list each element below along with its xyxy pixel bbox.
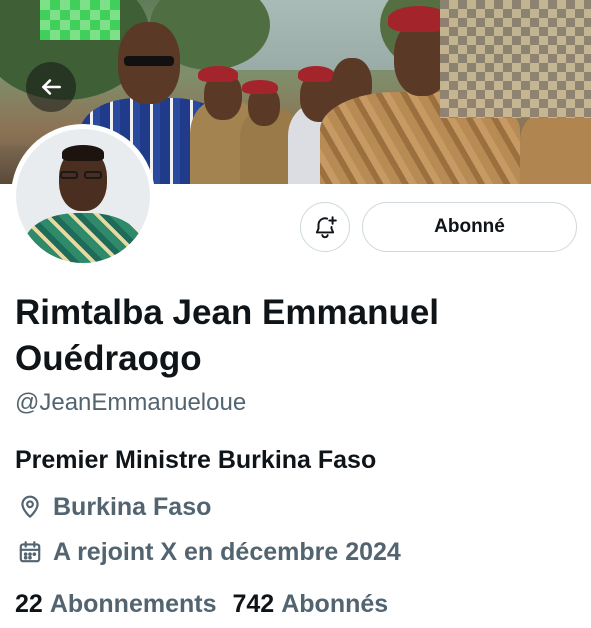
following-count: 22 bbox=[15, 590, 43, 618]
profile-location: Burkina Faso bbox=[15, 492, 211, 522]
avatar-image bbox=[16, 129, 150, 263]
banner-beret bbox=[298, 66, 334, 82]
calendar-icon bbox=[15, 537, 45, 567]
avatar[interactable] bbox=[11, 124, 155, 268]
following-button[interactable]: Abonné bbox=[362, 202, 577, 252]
banner-pixelation bbox=[40, 0, 120, 40]
display-name: Rimtalba Jean Emmanuel Ouédraogo bbox=[15, 293, 440, 378]
avatar-glasses-right bbox=[84, 171, 102, 179]
join-date-text: A rejoint X en décembre 2024 bbox=[53, 537, 401, 566]
user-handle: @JeanEmmanueloue bbox=[15, 389, 247, 416]
following-link[interactable]: 22 Abonnements bbox=[15, 590, 217, 619]
notifications-button[interactable] bbox=[300, 202, 350, 252]
banner-person-body bbox=[520, 110, 591, 184]
location-text: Burkina Faso bbox=[53, 492, 212, 521]
avatar-shirt bbox=[24, 213, 142, 263]
banner-beret bbox=[198, 66, 238, 82]
avatar-hair bbox=[62, 145, 104, 161]
banner-pixelation bbox=[440, 0, 591, 118]
profile-stats: 22 Abonnements 742 Abonnés bbox=[15, 590, 388, 619]
followers-link[interactable]: 742 Abonnés bbox=[233, 590, 389, 619]
arrow-left-icon bbox=[42, 79, 61, 95]
followers-count: 742 bbox=[232, 590, 275, 618]
followers-label: Abonnés bbox=[281, 590, 389, 618]
back-button[interactable] bbox=[26, 62, 76, 112]
profile-join-date: A rejoint X en décembre 2024 bbox=[15, 537, 401, 567]
avatar-glasses-left bbox=[60, 171, 78, 179]
banner-sunglasses bbox=[124, 56, 174, 66]
following-label: Abonnements bbox=[49, 590, 217, 618]
banner-beret bbox=[242, 80, 278, 94]
location-pin-icon bbox=[15, 492, 45, 522]
profile-bio: Premier Ministre Burkina Faso bbox=[15, 446, 377, 474]
bell-plus-icon bbox=[315, 216, 337, 239]
